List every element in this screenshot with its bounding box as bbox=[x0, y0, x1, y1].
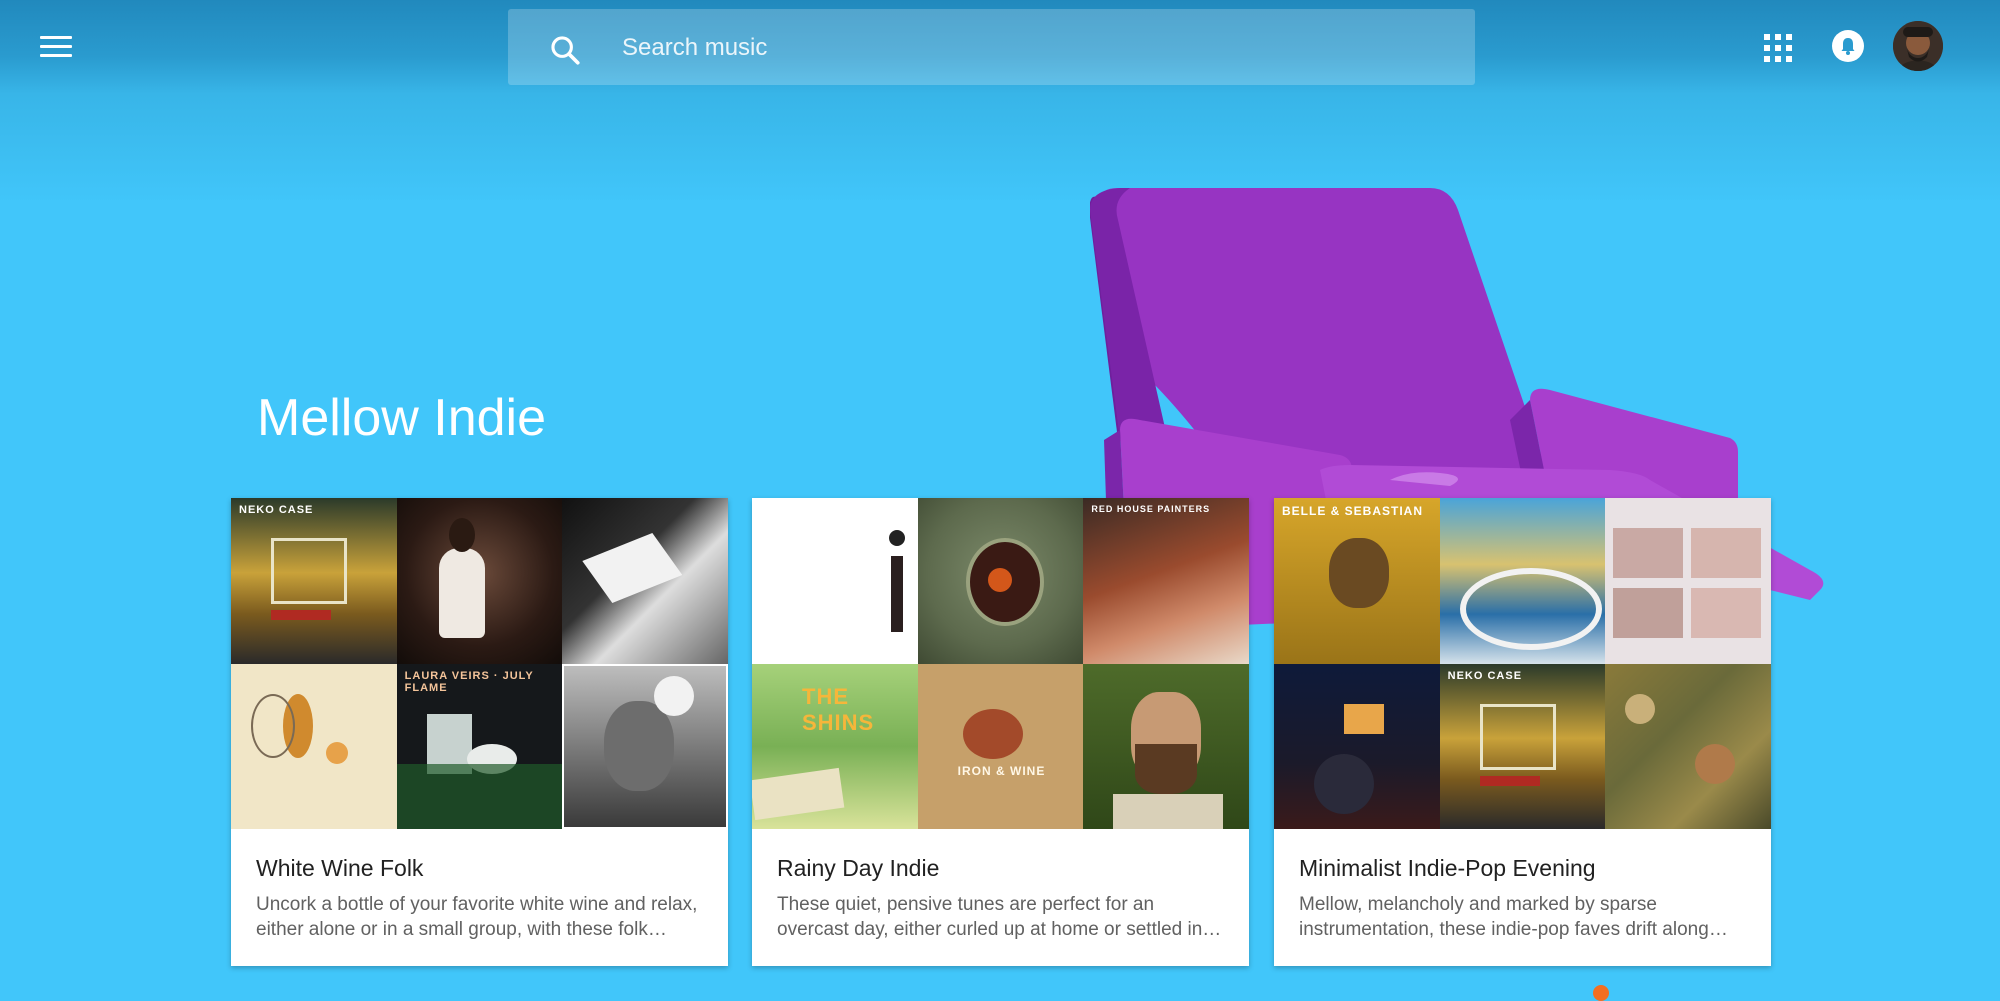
album-label: NEKO CASE bbox=[239, 504, 314, 516]
album-cover: RED HOUSE PAINTERS bbox=[1083, 498, 1249, 664]
album-cover bbox=[562, 663, 728, 829]
album-cover bbox=[752, 498, 918, 664]
album-cover: NEKO CASE bbox=[231, 498, 397, 664]
album-cover: BELLE & SEBASTIAN bbox=[1274, 498, 1440, 664]
search-bar[interactable] bbox=[508, 9, 1475, 87]
album-cover: IRON & WINE bbox=[917, 663, 1084, 829]
scroll-indicator-dot bbox=[1593, 985, 1609, 1001]
album-cover bbox=[1083, 663, 1249, 829]
album-cover bbox=[1605, 663, 1771, 829]
search-input[interactable] bbox=[620, 9, 1444, 87]
album-label: RED HOUSE PAINTERS bbox=[1091, 504, 1211, 514]
album-collage: BELLE & SEBASTIAN NEKO CASE bbox=[1274, 498, 1771, 829]
album-cover bbox=[917, 498, 1084, 664]
card-title: White Wine Folk bbox=[256, 855, 424, 881]
playlist-card-minimalist-indie-pop-evening[interactable]: BELLE & SEBASTIAN NEKO CASE Minimalist I… bbox=[1274, 498, 1771, 966]
album-label: THE SHINS bbox=[802, 683, 875, 735]
album-label: IRON & WINE bbox=[957, 763, 1046, 778]
album-cover: LAURA VEIRS · JULY FLAME bbox=[396, 663, 563, 829]
album-cover bbox=[1605, 498, 1771, 664]
card-description: Mellow, melancholy and marked by sparse … bbox=[1299, 894, 1709, 940]
album-collage: RED HOUSE PAINTERS THE SHINS IRON & WINE bbox=[752, 498, 1249, 829]
card-title: Rainy Day Indie bbox=[777, 855, 940, 881]
user-avatar[interactable] bbox=[1893, 21, 1943, 71]
hamburger-menu-icon[interactable] bbox=[38, 32, 74, 62]
album-cover bbox=[231, 663, 397, 829]
album-collage: NEKO CASE LAURA VEIRS · JULY FLAME bbox=[231, 498, 728, 829]
album-cover bbox=[1439, 498, 1606, 664]
album-cover: NEKO CASE bbox=[1439, 663, 1606, 829]
notifications-bell-icon[interactable] bbox=[1832, 30, 1864, 62]
card-description: These quiet, pensive tunes are perfect f… bbox=[777, 894, 1203, 940]
album-cover bbox=[562, 498, 728, 664]
album-cover: THE SHINS bbox=[752, 663, 918, 829]
album-cover bbox=[1274, 663, 1440, 829]
album-label: NEKO CASE bbox=[1447, 669, 1523, 682]
search-icon bbox=[551, 36, 580, 65]
apps-grid-icon[interactable] bbox=[1763, 33, 1793, 63]
album-label: LAURA VEIRS · JULY FLAME bbox=[404, 669, 534, 694]
playlist-card-rainy-day-indie[interactable]: RED HOUSE PAINTERS THE SHINS IRON & WINE… bbox=[752, 498, 1249, 966]
album-label: BELLE & SEBASTIAN bbox=[1282, 504, 1424, 518]
playlist-card-white-wine-folk[interactable]: NEKO CASE LAURA VEIRS · JULY FLAME White… bbox=[231, 498, 728, 966]
section-title: Mellow Indie bbox=[257, 389, 547, 447]
card-description: Uncork a bottle of your favorite white w… bbox=[256, 894, 698, 940]
album-cover bbox=[396, 498, 563, 664]
card-title: Minimalist Indie-Pop Evening bbox=[1299, 855, 1596, 881]
